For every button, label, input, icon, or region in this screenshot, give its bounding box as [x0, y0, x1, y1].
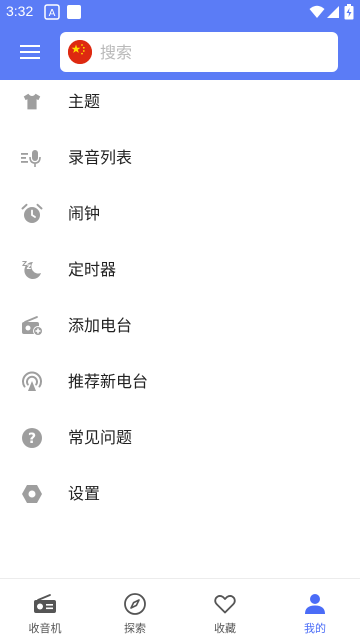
tshirt-icon [20, 90, 44, 114]
menu-item-label: 常见问题 [68, 428, 133, 447]
menu-item-label: 录音列表 [68, 148, 133, 167]
notification-a-icon: A [44, 4, 60, 24]
menu-item-label: 主题 [68, 92, 101, 111]
heart-icon [212, 591, 238, 617]
menu-item-theme[interactable]: 主题 [0, 74, 360, 130]
nav-tab-label: 收音机 [28, 622, 62, 635]
nav-tab-mine[interactable]: 我的 [270, 579, 360, 640]
compass-icon [122, 591, 148, 617]
menu-item-alarm[interactable]: 闹钟 [0, 186, 360, 242]
china-flag-icon[interactable] [68, 40, 92, 64]
bottom-nav: 收音机 探索 收藏 我的 [0, 578, 360, 640]
menu-item-add-station[interactable]: 添加电台 [0, 298, 360, 354]
menu-item-timer[interactable]: z Z 定时器 [0, 242, 360, 298]
settings-icon [20, 482, 44, 506]
svg-text:Z: Z [22, 260, 27, 268]
menu-item-label: 设置 [68, 484, 101, 503]
nav-tab-label: 收藏 [214, 622, 236, 635]
app-bar [0, 24, 360, 80]
help-icon: ? [20, 426, 44, 450]
nav-tab-favorites[interactable]: 收藏 [180, 579, 270, 640]
app-header: 3:32 A [0, 0, 360, 80]
nav-tab-label: 我的 [304, 622, 326, 635]
menu-item-recommend-station[interactable]: 推荐新电台 [0, 354, 360, 410]
svg-text:?: ? [28, 431, 36, 447]
signal-icon [326, 4, 340, 24]
menu-item-label: 添加电台 [68, 316, 133, 335]
menu-item-label: 定时器 [68, 260, 117, 279]
sleep-timer-icon: z Z [20, 258, 44, 282]
menu-item-settings[interactable]: 设置 [0, 466, 360, 522]
wifi-icon [309, 4, 325, 24]
battery-charging-icon [344, 4, 354, 24]
nav-tab-radio[interactable]: 收音机 [0, 579, 90, 640]
notification-square-icon [66, 4, 82, 24]
add-radio-icon [20, 314, 44, 338]
nav-tab-label: 探索 [124, 622, 146, 635]
search-input[interactable] [100, 32, 330, 72]
status-time: 3:32 [6, 3, 34, 19]
radio-icon [32, 591, 58, 617]
menu-button[interactable] [10, 32, 50, 72]
recording-list-icon [20, 146, 44, 170]
search-box[interactable] [60, 32, 338, 72]
svg-text:A: A [49, 8, 56, 19]
alarm-clock-icon [20, 202, 44, 226]
svg-text:z: z [27, 262, 32, 271]
broadcast-icon [20, 370, 44, 394]
menu-list: 主题 录音列表 闹钟 z Z 定时器 添加电台 推荐新电台 ? 常见问题 设置 [0, 74, 360, 522]
status-bar: 3:32 A [0, 0, 360, 24]
nav-tab-explore[interactable]: 探索 [90, 579, 180, 640]
menu-item-recording-list[interactable]: 录音列表 [0, 130, 360, 186]
menu-item-label: 闹钟 [68, 204, 101, 223]
hamburger-icon [20, 45, 40, 59]
menu-item-faq[interactable]: ? 常见问题 [0, 410, 360, 466]
menu-item-label: 推荐新电台 [68, 372, 149, 391]
person-icon [302, 591, 328, 617]
